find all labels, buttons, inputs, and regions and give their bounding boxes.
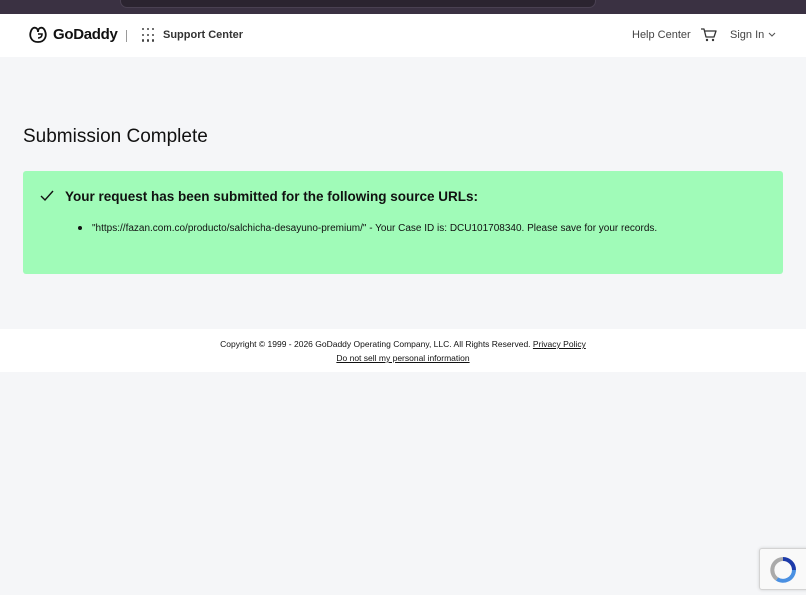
browser-top-strip	[0, 0, 806, 14]
submitted-url-list: "https://fazan.com.co/producto/salchicha…	[78, 223, 657, 234]
success-alert: Your request has been submitted for the …	[23, 171, 783, 274]
do-not-sell-link[interactable]: Do not sell my personal information	[336, 353, 469, 363]
copyright-text: Copyright © 1999 - 2026 GoDaddy Operatin…	[220, 339, 531, 349]
sign-in-label: Sign In	[730, 29, 765, 41]
apps-grid-icon[interactable]	[142, 28, 156, 42]
support-center-link[interactable]: Support Center	[163, 29, 243, 41]
recaptcha-badge[interactable]	[759, 548, 806, 590]
page-title: Submission Complete	[23, 126, 208, 147]
help-center-link[interactable]: Help Center	[632, 29, 691, 41]
privacy-policy-link[interactable]: Privacy Policy	[533, 339, 586, 349]
browser-url-bar[interactable]	[120, 0, 596, 8]
chevron-down-icon	[768, 32, 776, 37]
recaptcha-icon	[770, 557, 796, 583]
site-footer: Copyright © 1999 - 2026 GoDaddy Operatin…	[0, 329, 806, 372]
site-header: GoDaddy Support Center Help Center Sign …	[0, 14, 806, 57]
header-divider	[126, 30, 127, 42]
godaddy-logo[interactable]: GoDaddy	[28, 25, 118, 44]
copyright-line: Copyright © 1999 - 2026 GoDaddy Operatin…	[0, 339, 806, 349]
sign-in-menu[interactable]: Sign In	[730, 29, 776, 41]
brand-name: GoDaddy	[53, 26, 118, 43]
alert-heading: Your request has been submitted for the …	[65, 189, 479, 204]
list-item: "https://fazan.com.co/producto/salchicha…	[78, 223, 657, 234]
check-icon	[40, 190, 54, 202]
godaddy-logo-icon	[29, 26, 47, 43]
cart-icon[interactable]	[700, 27, 718, 43]
do-not-sell-line: Do not sell my personal information	[0, 353, 806, 363]
